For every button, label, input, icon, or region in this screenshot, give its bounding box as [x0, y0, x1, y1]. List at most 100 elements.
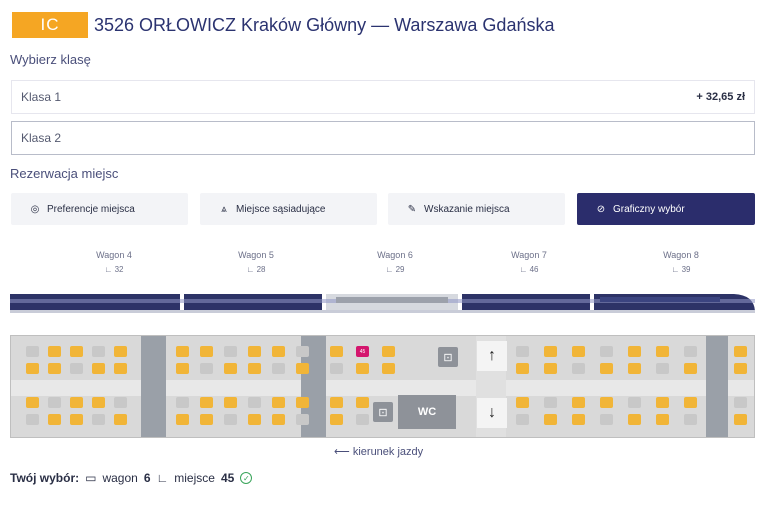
seat[interactable] — [272, 414, 285, 425]
button-label: Wskazanie miejsca — [424, 203, 510, 215]
seat[interactable] — [572, 397, 585, 408]
seat[interactable] — [26, 397, 39, 408]
seat[interactable] — [272, 346, 285, 357]
check-icon: ✓ — [240, 472, 253, 484]
seat-icon: ∟ — [671, 265, 680, 274]
seat[interactable] — [330, 346, 343, 357]
seat[interactable] — [272, 397, 285, 408]
seat[interactable] — [248, 414, 261, 425]
seat[interactable] — [628, 346, 641, 357]
seat[interactable] — [200, 397, 213, 408]
class-section-label: Wybierz klasę — [10, 52, 91, 67]
arrow-up-icon: ↑ — [477, 341, 507, 371]
seat[interactable] — [224, 397, 237, 408]
seat[interactable] — [92, 397, 105, 408]
seat[interactable] — [296, 363, 309, 374]
seat[interactable] — [176, 363, 189, 374]
seat — [26, 414, 39, 425]
button-label: Graficzny wybór — [613, 203, 685, 215]
selection-summary: Twój wybór: ▭ wagon 6 ∟ miejsce 45 ✓ — [10, 471, 253, 485]
preferences-button[interactable]: ◎ Preferencje miejsca — [11, 193, 188, 225]
seat[interactable] — [544, 414, 557, 425]
seat[interactable] — [176, 414, 189, 425]
seat-icon: ∟ — [104, 265, 113, 274]
graphic-selection-button[interactable]: ⊘ Graficzny wybór — [577, 193, 755, 225]
seat — [600, 414, 613, 425]
seat — [224, 414, 237, 425]
seat[interactable] — [26, 363, 39, 374]
seat[interactable] — [176, 346, 189, 357]
seat — [248, 397, 261, 408]
seat[interactable] — [356, 397, 369, 408]
seat[interactable] — [600, 397, 613, 408]
seat — [114, 397, 127, 408]
seat — [296, 414, 309, 425]
seat[interactable] — [516, 397, 529, 408]
seat[interactable] — [224, 363, 237, 374]
seat[interactable] — [382, 363, 395, 374]
button-label: Preferencje miejsca — [47, 203, 135, 215]
wagon-label: Wagon 7 — [511, 250, 547, 260]
seat[interactable] — [544, 363, 557, 374]
wagon-7-header[interactable]: Wagon 7 ∟ 46 — [489, 250, 569, 274]
adjacent-seat-button[interactable]: ⩓ Miejsce sąsiadujące — [200, 193, 377, 225]
seat[interactable] — [200, 414, 213, 425]
seat[interactable] — [92, 363, 105, 374]
seat[interactable] — [48, 414, 61, 425]
wc-icon: WC — [398, 395, 456, 429]
seat — [26, 346, 39, 357]
seat[interactable] — [248, 363, 261, 374]
wagon-5-header[interactable]: Wagon 5 ∟ 28 — [216, 250, 296, 274]
seat[interactable] — [296, 397, 309, 408]
seat[interactable] — [628, 414, 641, 425]
seat[interactable] — [628, 363, 641, 374]
seat[interactable] — [684, 397, 697, 408]
seat — [684, 414, 697, 425]
wagon-4-header[interactable]: Wagon 4 ∟ 32 — [74, 250, 154, 274]
selected-seat[interactable]: 45 — [356, 346, 369, 357]
seat[interactable] — [734, 363, 747, 374]
seat — [516, 346, 529, 357]
wc-label: WC — [417, 406, 437, 418]
seat[interactable] — [572, 414, 585, 425]
seat[interactable] — [544, 346, 557, 357]
seat[interactable] — [572, 346, 585, 357]
seat[interactable] — [656, 414, 669, 425]
wagon-seat-count: 39 — [681, 265, 691, 274]
seat[interactable] — [48, 363, 61, 374]
seat[interactable] — [382, 346, 395, 357]
seat[interactable] — [114, 346, 127, 357]
seat[interactable] — [516, 363, 529, 374]
wagon-label: Wagon 5 — [238, 250, 274, 260]
seat[interactable] — [48, 346, 61, 357]
seat — [356, 414, 369, 425]
seat — [572, 363, 585, 374]
seat[interactable] — [248, 346, 261, 357]
seat[interactable] — [70, 397, 83, 408]
vestibule — [141, 336, 166, 437]
seat[interactable] — [70, 346, 83, 357]
vestibule — [706, 336, 728, 437]
seat[interactable] — [330, 397, 343, 408]
seat[interactable] — [114, 414, 127, 425]
seat — [200, 363, 213, 374]
seat[interactable] — [656, 397, 669, 408]
summary-wagon-text: wagon — [102, 471, 138, 485]
wagon-8-header[interactable]: Wagon 8 ∟ 39 — [641, 250, 721, 274]
wagon-6-header[interactable]: Wagon 6 ∟ 29 — [355, 250, 435, 274]
seat[interactable] — [330, 414, 343, 425]
seat[interactable] — [356, 363, 369, 374]
class-option-price: + 32,65 zł — [696, 91, 745, 103]
pencil-icon: ✎ — [407, 203, 417, 215]
seat[interactable] — [734, 414, 747, 425]
seat[interactable] — [114, 363, 127, 374]
seat[interactable] — [684, 363, 697, 374]
seat[interactable] — [656, 346, 669, 357]
class-option-2[interactable]: Klasa 2 — [11, 121, 755, 155]
class-option-1[interactable]: Klasa 1 + 32,65 zł — [11, 80, 755, 114]
seat[interactable] — [70, 414, 83, 425]
indicate-seat-button[interactable]: ✎ Wskazanie miejsca — [388, 193, 565, 225]
seat[interactable] — [734, 346, 747, 357]
seat[interactable] — [200, 346, 213, 357]
seat[interactable] — [600, 363, 613, 374]
